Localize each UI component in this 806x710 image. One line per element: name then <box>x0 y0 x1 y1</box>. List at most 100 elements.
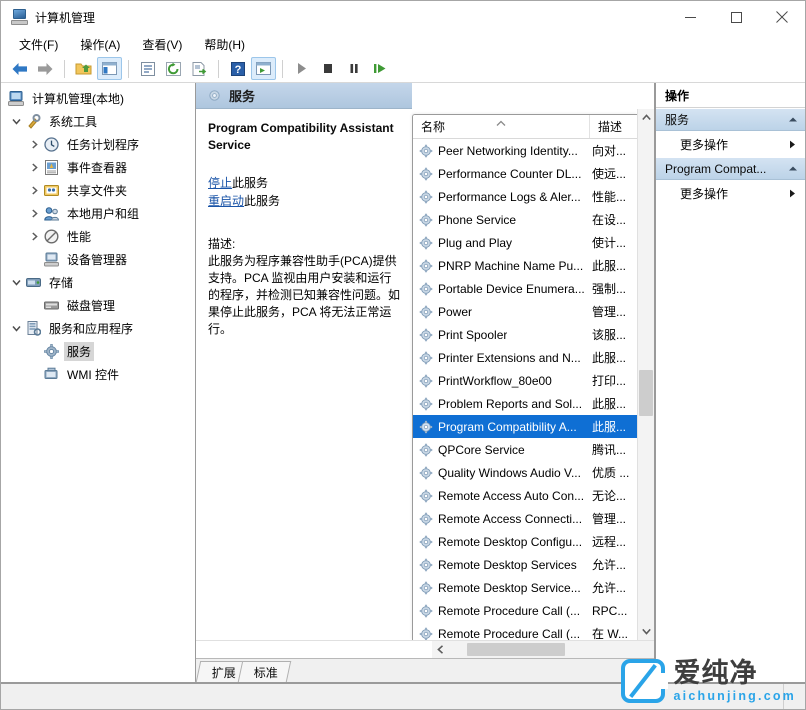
scroll-up-button[interactable] <box>638 109 654 126</box>
service-row-name-cell: Remote Desktop Configu... <box>413 535 590 549</box>
toolbar-forward[interactable] <box>33 57 58 80</box>
chevron-right-icon[interactable] <box>27 186 42 195</box>
scrollbar-thumb[interactable] <box>639 370 653 416</box>
toolbar-refresh[interactable] <box>161 57 186 80</box>
more-actions-program-compatibility[interactable]: 更多操作 <box>656 180 805 206</box>
service-row-description: 在设... <box>592 213 627 227</box>
chevron-right-icon[interactable] <box>27 232 42 241</box>
service-row[interactable]: Printer Extensions and N... 此服... <box>413 346 637 369</box>
scroll-left-button[interactable] <box>432 641 449 658</box>
toolbar-up-one-level[interactable] <box>71 57 96 80</box>
service-row[interactable]: Remote Desktop Configu... 远程... <box>413 530 637 553</box>
stop-service-suffix: 此服务 <box>232 176 269 190</box>
toolbar-export-list[interactable] <box>187 57 212 80</box>
close-button[interactable] <box>759 1 805 33</box>
chevron-down-icon[interactable] <box>9 278 24 287</box>
services-list-vertical-scrollbar[interactable] <box>637 109 654 640</box>
actions-section-program-compatibility[interactable]: Program Compat... <box>656 157 805 180</box>
stop-service-link[interactable]: 停止此服务 <box>208 174 400 192</box>
menu-help[interactable]: 帮助(H) <box>195 34 254 55</box>
tab-standard[interactable]: 标准 <box>237 661 292 682</box>
toolbar-properties[interactable] <box>135 57 160 80</box>
hscroll-zone[interactable] <box>432 641 654 658</box>
tree-item-wmi-control[interactable]: WMI 控件 <box>1 363 195 386</box>
toolbar-back[interactable] <box>7 57 32 80</box>
service-row[interactable]: Remote Procedure Call (... 在 W... <box>413 622 637 640</box>
service-row[interactable]: Performance Logs & Aler... 性能... <box>413 185 637 208</box>
service-description-block: 描述: 此服务为程序兼容性助手(PCA)提供支持。PCA 监视由用户安装和运行的… <box>208 236 400 338</box>
tree-item-services[interactable]: 服务 <box>1 340 195 363</box>
menu-view[interactable]: 查看(V) <box>133 34 191 55</box>
column-header-description-label: 描述 <box>598 120 623 134</box>
tree-item-performance[interactable]: 性能 <box>1 225 195 248</box>
menu-file[interactable]: 文件(F) <box>10 34 67 55</box>
column-header-description[interactable]: 描述 <box>590 115 637 138</box>
toolbar-start-service[interactable] <box>289 57 314 80</box>
service-row[interactable]: PNRP Machine Name Pu... 此服... <box>413 254 637 277</box>
services-list-panel: 名称 描述 Peer Networking Identity... 向对... Pe… <box>412 114 637 640</box>
service-row[interactable]: Remote Access Connecti... 管理... <box>413 507 637 530</box>
tree-item-label: 设备管理器 <box>67 253 128 267</box>
chevron-right-icon[interactable] <box>27 163 42 172</box>
service-row[interactable]: Remote Desktop Services 允许... <box>413 553 637 576</box>
wmi-icon <box>42 367 60 382</box>
console-tree[interactable]: 计算机管理(本地) 系统工具 任务计划程序 事件查看器 共享文件夹 本地用户和组… <box>1 83 196 683</box>
watermark-en: aichunjing.com <box>673 688 796 703</box>
service-row[interactable]: Peer Networking Identity... 向对... <box>413 139 637 162</box>
tree-item-event-viewer[interactable]: 事件查看器 <box>1 156 195 179</box>
service-row[interactable]: Power 管理... <box>413 300 637 323</box>
actions-section-services[interactable]: 服务 <box>656 108 805 131</box>
services-list-horizontal-scrollbar[interactable] <box>196 640 654 658</box>
tree-item-task-scheduler[interactable]: 任务计划程序 <box>1 133 195 156</box>
hscrollbar-track[interactable] <box>449 641 654 658</box>
collapse-up-icon[interactable] <box>788 165 798 172</box>
service-row[interactable]: Performance Counter DL... 使远... <box>413 162 637 185</box>
service-row[interactable]: Problem Reports and Sol... 此服... <box>413 392 637 415</box>
stop-service-link-text[interactable]: 停止 <box>208 176 232 190</box>
toolbar-show-hide-console-tree[interactable] <box>97 57 122 80</box>
maximize-button[interactable] <box>713 1 759 33</box>
collapse-up-icon[interactable] <box>788 116 798 123</box>
service-row[interactable]: Phone Service 在设... <box>413 208 637 231</box>
more-actions-services[interactable]: 更多操作 <box>656 131 805 157</box>
service-row[interactable]: Program Compatibility A... 此服... <box>413 415 637 438</box>
toolbar-restart-service[interactable] <box>367 57 392 80</box>
restart-service-link-text[interactable]: 重启动 <box>208 194 244 208</box>
chevron-down-icon[interactable] <box>9 117 24 126</box>
chevron-right-icon[interactable] <box>27 209 42 218</box>
tree-item-system-tools[interactable]: 系统工具 <box>1 110 195 133</box>
services-list-rows[interactable]: Peer Networking Identity... 向对... Performa… <box>413 139 637 640</box>
services-list-header: 名称 描述 <box>413 115 637 139</box>
tree-item-services-applications[interactable]: 服务和应用程序 <box>1 317 195 340</box>
toolbar-stop-service[interactable] <box>315 57 340 80</box>
toolbar-show-action-pane[interactable] <box>251 57 276 80</box>
tree-item-local-users-groups[interactable]: 本地用户和组 <box>1 202 195 225</box>
tree-root[interactable]: 计算机管理(本地) <box>1 87 195 110</box>
service-row[interactable]: Quality Windows Audio V... 优质 ... <box>413 461 637 484</box>
tree-item-device-manager[interactable]: 设备管理器 <box>1 248 195 271</box>
service-row-name: PrintWorkflow_80e00 <box>438 373 552 388</box>
watermark-cn: 爱纯净 <box>673 657 758 688</box>
tree-item-shared-folders[interactable]: 共享文件夹 <box>1 179 195 202</box>
hscrollbar-thumb[interactable] <box>467 643 565 656</box>
scroll-down-button[interactable] <box>638 623 654 640</box>
chevron-right-icon[interactable] <box>27 140 42 149</box>
service-row[interactable]: Plug and Play 使计... <box>413 231 637 254</box>
service-row[interactable]: Print Spooler 该服... <box>413 323 637 346</box>
menu-action[interactable]: 操作(A) <box>71 34 129 55</box>
service-row[interactable]: Remote Desktop Service... 允许... <box>413 576 637 599</box>
service-row[interactable]: Remote Access Auto Con... 无论... <box>413 484 637 507</box>
tree-item-storage[interactable]: 存储 <box>1 271 195 294</box>
toolbar-help[interactable]: ? <box>225 57 250 80</box>
column-header-name[interactable]: 名称 <box>413 115 590 138</box>
service-row[interactable]: Portable Device Enumera... 强制... <box>413 277 637 300</box>
tree-item-disk-management[interactable]: 磁盘管理 <box>1 294 195 317</box>
toolbar-pause-service[interactable] <box>341 57 366 80</box>
service-row[interactable]: PrintWorkflow_80e00 打印... <box>413 369 637 392</box>
minimize-button[interactable] <box>667 1 713 33</box>
chevron-down-icon[interactable] <box>9 324 24 333</box>
scrollbar-track[interactable] <box>638 126 654 623</box>
service-row[interactable]: QPCore Service 腾讯... <box>413 438 637 461</box>
restart-service-link[interactable]: 重启动此服务 <box>208 192 400 210</box>
service-row[interactable]: Remote Procedure Call (... RPC... <box>413 599 637 622</box>
